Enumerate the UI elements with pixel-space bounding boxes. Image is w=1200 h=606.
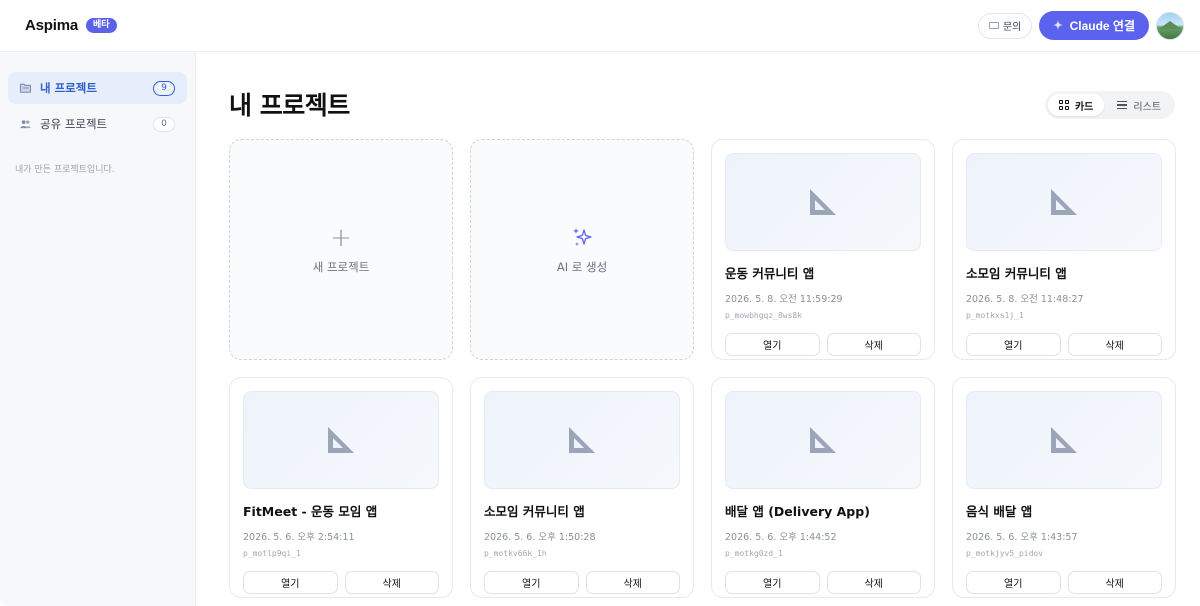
triangle-ruler-icon [1051, 427, 1077, 453]
card-actions: 열기 삭제 [243, 571, 439, 594]
project-date: 2026. 5. 6. 오후 1:43:57 [966, 532, 1078, 543]
project-id: p_motkjyv5_pidov [966, 549, 1044, 558]
list-icon [1117, 101, 1128, 109]
sidebar-item-label: 내 프로젝트 [40, 81, 97, 95]
card-actions: 열기 삭제 [966, 571, 1162, 594]
folder-icon [20, 83, 31, 93]
card-actions: 열기 삭제 [725, 571, 921, 594]
project-grid: + 새 프로젝트 AI 로 생성 운동 커뮤니티 앱 2026. 5. 8. 오… [229, 139, 1176, 598]
project-card: 음식 배달 앱 2026. 5. 6. 오후 1:43:57 p_motkjyv… [952, 377, 1176, 598]
people-icon [20, 120, 31, 129]
project-id: p_motkv66k_1h [484, 549, 547, 558]
delete-button[interactable]: 삭제 [344, 571, 439, 594]
view-toggle: 카드 리스트 [1044, 91, 1175, 119]
project-card: 배달 앱 (Delivery App) 2026. 5. 6. 오후 1:44:… [711, 377, 935, 598]
sidebar-item-shared-projects[interactable]: 공유 프로젝트 0 [8, 108, 187, 140]
card-view-label: 카드 [1074, 101, 1094, 113]
project-id: p_motlp9qi_1 [243, 549, 301, 558]
sparkle-icon: ✦ [1053, 20, 1063, 32]
delete-button[interactable]: 삭제 [1067, 571, 1162, 594]
project-date: 2026. 5. 8. 오전 11:59:29 [725, 294, 843, 305]
plus-icon: + [330, 222, 352, 253]
ai-create-label: AI 로 생성 [556, 259, 608, 274]
project-card: 소모임 커뮤니티 앱 2026. 5. 6. 오후 1:50:28 p_motk… [470, 377, 694, 598]
project-thumbnail[interactable] [725, 153, 921, 251]
project-thumbnail[interactable] [243, 391, 439, 489]
grid-icon [1058, 100, 1069, 110]
project-date: 2026. 5. 6. 오후 1:44:52 [725, 532, 837, 543]
list-view-button[interactable]: 리스트 [1106, 94, 1172, 116]
triangle-ruler-icon [328, 427, 354, 453]
open-button[interactable]: 열기 [966, 571, 1061, 594]
project-thumbnail[interactable] [966, 391, 1162, 489]
header-actions: 문의 ✦ Claude 연결 [977, 11, 1184, 40]
brand-name[interactable]: Aspima [25, 17, 78, 34]
sidebar-item-label: 공유 프로젝트 [40, 117, 108, 131]
open-button[interactable]: 열기 [966, 333, 1061, 356]
sidebar: 내 프로젝트 9 공유 프로젝트 0 내가 만든 프로젝트입니다. [0, 52, 196, 606]
project-card: FitMeet - 운동 모임 앱 2026. 5. 6. 오후 2:54:11… [229, 377, 453, 598]
project-date: 2026. 5. 8. 오전 11:48:27 [966, 294, 1084, 305]
project-title: FitMeet - 운동 모임 앱 [243, 504, 378, 519]
open-button[interactable]: 열기 [725, 333, 820, 356]
delete-button[interactable]: 삭제 [826, 333, 921, 356]
project-title: 소모임 커뮤니티 앱 [966, 266, 1067, 281]
project-title: 배달 앱 (Delivery App) [725, 504, 870, 519]
claude-connect-button[interactable]: ✦ Claude 연결 [1039, 11, 1149, 40]
project-id: p_mowbhgqz_8ws8k [725, 311, 803, 320]
sidebar-description: 내가 만든 프로젝트입니다. [15, 165, 115, 175]
inquiry-button[interactable]: 문의 [977, 12, 1033, 39]
open-button[interactable]: 열기 [725, 571, 820, 594]
project-title: 소모임 커뮤니티 앱 [484, 504, 585, 519]
open-button[interactable]: 열기 [243, 571, 338, 594]
project-count-badge: 9 [153, 80, 175, 96]
delete-button[interactable]: 삭제 [826, 571, 921, 594]
triangle-ruler-icon [810, 427, 836, 453]
project-id: p_motkg0zd_1 [725, 549, 783, 558]
card-actions: 열기 삭제 [966, 333, 1162, 356]
triangle-ruler-icon [810, 189, 836, 215]
beta-badge: 베타 [86, 18, 117, 33]
list-view-label: 리스트 [1133, 101, 1161, 113]
claude-connect-label: Claude 연결 [1069, 19, 1135, 33]
project-card: 소모임 커뮤니티 앱 2026. 5. 8. 오전 11:48:27 p_mot… [952, 139, 1176, 360]
brand[interactable]: Aspima 베타 [25, 17, 117, 34]
project-thumbnail[interactable] [484, 391, 680, 489]
shared-count-badge: 0 [153, 116, 175, 132]
project-title: 음식 배달 앱 [966, 504, 1033, 519]
triangle-ruler-icon [1051, 189, 1077, 215]
project-date: 2026. 5. 6. 오후 2:54:11 [243, 532, 355, 543]
new-project-card[interactable]: + 새 프로젝트 [229, 139, 453, 360]
new-project-label: 새 프로젝트 [312, 259, 370, 274]
mail-icon [988, 22, 999, 29]
triangle-ruler-icon [569, 427, 595, 453]
project-thumbnail[interactable] [725, 391, 921, 489]
delete-button[interactable]: 삭제 [1067, 333, 1162, 356]
card-actions: 열기 삭제 [725, 333, 921, 356]
page-title: 내 프로젝트 [229, 91, 350, 120]
project-thumbnail[interactable] [966, 153, 1162, 251]
open-button[interactable]: 열기 [484, 571, 579, 594]
card-view-button[interactable]: 카드 [1047, 94, 1105, 116]
main-content: 내 프로젝트 카드 리스트 + 새 프로젝트 AI 로 생성 운동 커뮤니티 앱… [197, 52, 1200, 606]
sidebar-item-my-projects[interactable]: 내 프로젝트 9 [8, 72, 187, 104]
project-date: 2026. 5. 6. 오후 1:50:28 [484, 532, 596, 543]
app-window: Aspima 베타 문의 ✦ Claude 연결 내 프로젝트 9 공유 프로젝… [0, 0, 1200, 606]
ai-create-card[interactable]: AI 로 생성 [470, 139, 694, 360]
inquiry-label: 문의 [1002, 22, 1022, 33]
project-id: p_motkxs1j_1 [966, 311, 1024, 320]
user-avatar[interactable] [1156, 11, 1184, 40]
card-actions: 열기 삭제 [484, 571, 680, 594]
delete-button[interactable]: 삭제 [585, 571, 680, 594]
top-header: Aspima 베타 문의 ✦ Claude 연결 [0, 0, 1200, 52]
project-card: 운동 커뮤니티 앱 2026. 5. 8. 오전 11:59:29 p_mowb… [711, 139, 935, 360]
sparkles-icon [573, 227, 592, 246]
project-title: 운동 커뮤니티 앱 [725, 266, 815, 281]
